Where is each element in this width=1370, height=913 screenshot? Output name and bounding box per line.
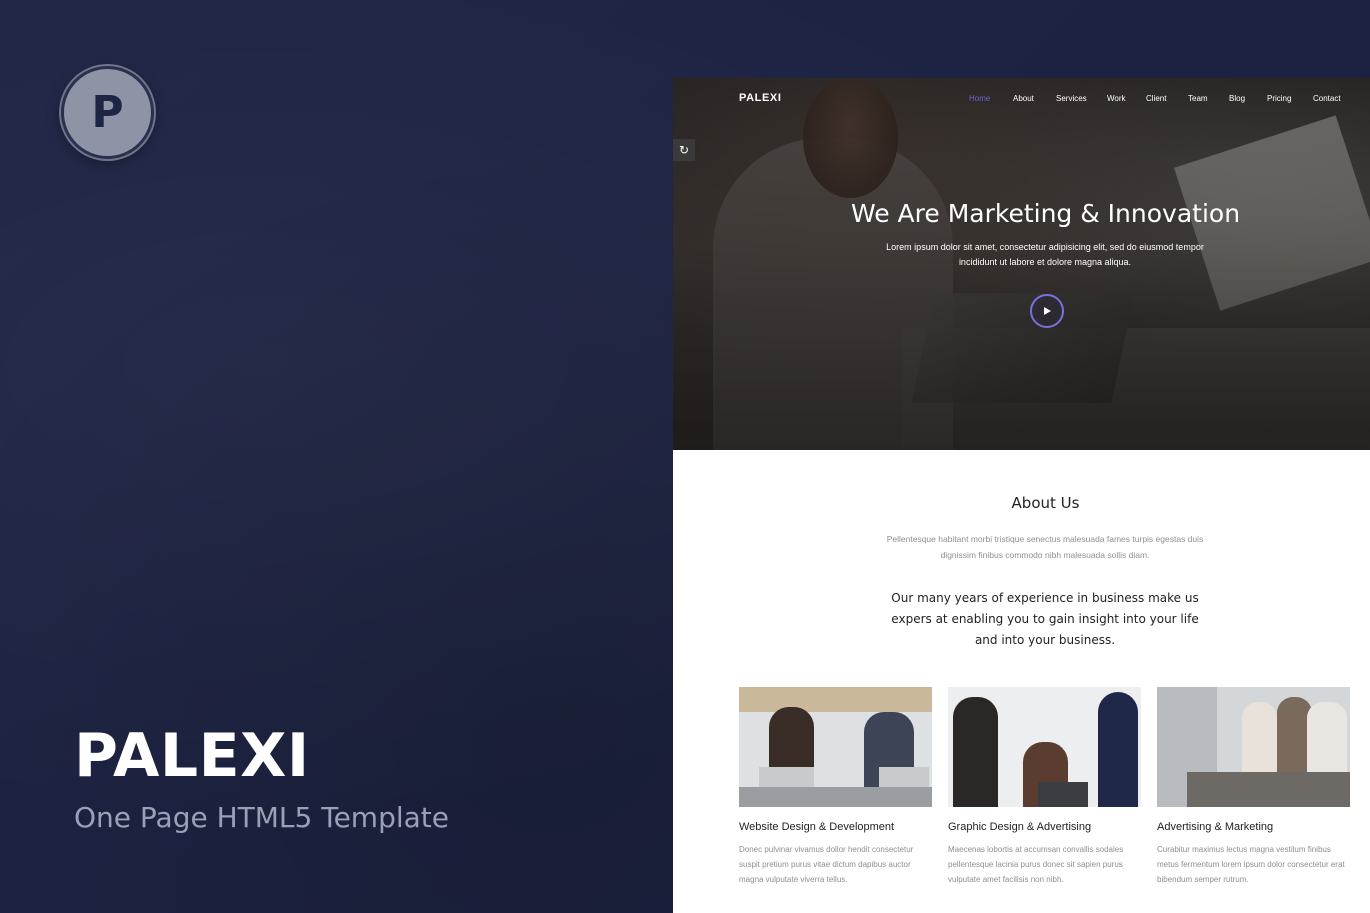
website-preview: PALEXI Home About Services Work Client T…: [673, 78, 1370, 913]
about-lead-text: Our many years of experience in business…: [891, 591, 1199, 647]
hero-text: Lorem ipsum dolor sit amet, consectetur …: [886, 242, 1204, 267]
play-icon: [1044, 307, 1051, 315]
service-image-graphic-design: [948, 687, 1141, 807]
service-card-web-design[interactable]: Website Design & Development Donec pulvi…: [739, 687, 932, 887]
service-card-marketing[interactable]: Advertising & Marketing Curabitur maximu…: [1157, 687, 1350, 887]
nav-item-blog[interactable]: Blog: [1229, 94, 1245, 103]
service-image-web-design: [739, 687, 932, 807]
reload-icon: ↻: [678, 143, 690, 157]
logo-letter: P: [91, 86, 124, 138]
nav-item-services[interactable]: Services: [1056, 94, 1087, 103]
template-subtitle: One Page HTML5 Template: [74, 801, 449, 834]
service-title[interactable]: Graphic Design & Advertising: [948, 821, 1141, 833]
nav-item-home[interactable]: Home: [969, 94, 990, 103]
service-title[interactable]: Advertising & Marketing: [1157, 821, 1350, 833]
nav-item-client[interactable]: Client: [1146, 94, 1166, 103]
service-text: Donec pulvinar vivamus dollor hendit con…: [739, 845, 914, 884]
template-logo-badge: P: [61, 66, 154, 159]
about-subtitle: Pellentesque habitant morbi tristique se…: [886, 534, 1204, 560]
hero-title: We Are Marketing & Innovation: [850, 199, 1241, 228]
service-text: Curabitur maximus lectus magna vestilum …: [1157, 845, 1345, 884]
template-title: PALEXI: [74, 721, 310, 791]
service-card-graphic-design[interactable]: Graphic Design & Advertising Maecenas lo…: [948, 687, 1141, 887]
service-image-marketing: [1157, 687, 1350, 807]
about-title: About Us: [1011, 494, 1080, 512]
nav-item-about[interactable]: About: [1013, 94, 1034, 103]
play-video-button[interactable]: [1030, 294, 1064, 328]
nav-item-work[interactable]: Work: [1107, 94, 1126, 103]
reload-button[interactable]: ↻: [673, 139, 695, 161]
nav-item-team[interactable]: Team: [1188, 94, 1208, 103]
nav-item-contact[interactable]: Contact: [1313, 94, 1341, 103]
site-navbar: PALEXI Home About Services Work Client T…: [673, 78, 1370, 118]
service-title[interactable]: Website Design & Development: [739, 821, 932, 833]
nav-item-pricing[interactable]: Pricing: [1267, 94, 1291, 103]
service-text: Maecenas lobortis at accumsan convallis …: [948, 845, 1124, 884]
hero-section: PALEXI Home About Services Work Client T…: [673, 78, 1370, 450]
site-brand[interactable]: PALEXI: [739, 92, 782, 104]
